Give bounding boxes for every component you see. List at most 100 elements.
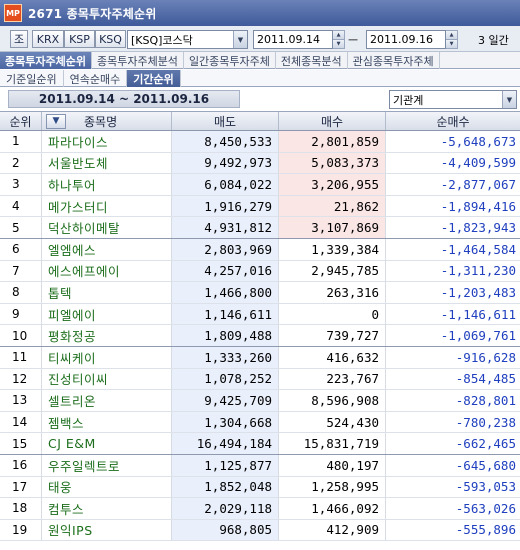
net-buy-cell: -1,311,230 xyxy=(440,263,516,279)
stock-name-cell: 서울반도체 xyxy=(42,152,172,174)
table-row[interactable]: 5 덕산하이메탈 4,931,812 3,107,869 -1,823,943 xyxy=(0,217,520,239)
tab-all-stocks-analysis[interactable]: 전체종목분석 xyxy=(276,52,348,69)
date-to-spinner[interactable]: ▲ ▼ xyxy=(446,30,458,49)
buy-cell: 1,258,995 xyxy=(279,476,386,498)
table-row[interactable]: 11 티씨케이 1,333,260 416,632 -916,628 xyxy=(0,346,520,369)
investor-select[interactable]: 기관계 ▼ xyxy=(389,90,517,109)
rank-cell: 17 xyxy=(0,476,42,498)
buy-cell: 0 xyxy=(279,303,386,325)
table-row[interactable]: 3 하나투어 6,084,022 3,206,955 -2,877,067 xyxy=(0,174,520,196)
net-buy-cell: -1,203,483 xyxy=(440,284,516,300)
sub-tabs: 기준일순위 연속순매수 기간순위 xyxy=(0,70,520,87)
market-select[interactable]: [KSQ]코스닥 ▼ xyxy=(127,30,248,49)
market-select-value: [KSQ]코스닥 xyxy=(131,33,193,47)
stock-name-cell: 덕산하이메탈 xyxy=(42,217,172,238)
sell-cell: 1,304,668 xyxy=(172,411,279,433)
buy-cell: 739,727 xyxy=(279,325,386,346)
sell-cell: 1,125,877 xyxy=(172,454,279,476)
market-ksq-button[interactable]: KSQ xyxy=(95,30,126,48)
spin-up-icon[interactable]: ▲ xyxy=(446,31,457,39)
header-net-buy: 순매수 xyxy=(436,114,470,129)
tab-investor-ranking[interactable]: 종목투자주체순위 xyxy=(0,52,92,69)
market-krx-button[interactable]: KRX xyxy=(32,30,64,48)
filter-bar: 2011.09.14 ~ 2011.09.16 기관계 ▼ xyxy=(0,88,520,110)
net-buy-cell: -4,409,599 xyxy=(440,155,516,171)
chevron-down-icon[interactable]: ▼ xyxy=(502,91,516,108)
net-buy-cell: -645,680 xyxy=(455,457,516,473)
date-from-field[interactable]: 2011.09.14 xyxy=(253,30,333,49)
sell-cell: 9,492,973 xyxy=(172,152,279,174)
rank-cell: 19 xyxy=(0,519,42,541)
buy-cell: 263,316 xyxy=(279,282,386,303)
rank-cell: 4 xyxy=(0,195,42,217)
table-row[interactable]: 6 엘엠에스 2,803,969 1,339,384 -1,464,584 xyxy=(0,238,520,261)
date-range-label: 2011.09.14 ~ 2011.09.16 xyxy=(8,90,240,108)
rank-cell: 1 xyxy=(0,131,42,152)
sort-dropdown-icon[interactable]: ▼ xyxy=(46,113,66,129)
stock-name-cell: 엘엠에스 xyxy=(42,238,172,260)
sell-cell: 6,084,022 xyxy=(172,174,279,195)
tab-watchlist-investor[interactable]: 관심종목투자주체 xyxy=(348,52,440,69)
stock-name-cell: 원익IPS xyxy=(42,519,172,541)
main-tabs: 종목투자주체순위 종목투자주체분석 일간종목투자주체 전체종목분석 관심종목투자… xyxy=(0,52,520,69)
stock-name-cell: 우주일렉트로 xyxy=(42,454,172,476)
jo-button[interactable]: 조 xyxy=(10,30,28,48)
tab-daily-investor[interactable]: 일간종목투자주체 xyxy=(184,52,276,69)
table-row[interactable]: 4 메가스터디 1,916,279 21,862 -1,894,416 xyxy=(0,195,520,218)
table-row[interactable]: 13 셀트리온 9,425,709 8,596,908 -828,801 xyxy=(0,390,520,412)
stock-name-cell: 진성티이씨 xyxy=(42,368,172,390)
spin-down-icon[interactable]: ▼ xyxy=(333,39,344,48)
table-row[interactable]: 16 우주일렉트로 1,125,877 480,197 -645,680 xyxy=(0,454,520,477)
ranking-table: 순위 ▼ 종목명 매도 매수 순매수 1 파라다이스 8,450,533 2,801,… xyxy=(0,111,520,542)
date-separator: ㅡ xyxy=(348,34,359,47)
table-row[interactable]: 9 피엘에이 1,146,611 0 -1,146,611 xyxy=(0,303,520,326)
stock-name-cell: 셀트리온 xyxy=(42,390,172,411)
table-row[interactable]: 15 CJ E&M 16,494,184 15,831,719 -662,465 xyxy=(0,433,520,455)
table-row[interactable]: 14 젬백스 1,304,668 524,430 -780,238 xyxy=(0,411,520,434)
table-row[interactable]: 18 컴투스 2,029,118 1,466,092 -563,026 xyxy=(0,498,520,520)
net-buy-cell: -593,053 xyxy=(455,479,516,495)
table-row[interactable]: 17 태웅 1,852,048 1,258,995 -593,053 xyxy=(0,476,520,499)
tab-consecutive-net-buy[interactable]: 연속순매수 xyxy=(64,70,128,87)
table-body: 1 파라다이스 8,450,533 2,801,859 -5,648,673 2 서울반도체… xyxy=(0,131,520,542)
tab-base-date-ranking[interactable]: 기준일순위 xyxy=(0,70,64,87)
date-to-field[interactable]: 2011.09.16 xyxy=(366,30,446,49)
table-row[interactable]: 7 에스에프에이 4,257,016 2,945,785 -1,311,230 xyxy=(0,260,520,283)
sell-cell: 16,494,184 xyxy=(172,433,279,454)
buy-cell: 223,767 xyxy=(279,368,386,390)
sell-cell: 1,333,260 xyxy=(172,346,279,368)
rank-cell: 10 xyxy=(0,325,42,346)
table-row[interactable]: 19 원익IPS 968,805 412,909 -555,896 xyxy=(0,519,520,542)
stock-name-cell: 젬백스 xyxy=(42,411,172,433)
tab-investor-analysis[interactable]: 종목투자주체분석 xyxy=(92,52,184,69)
date-from-value: 2011.09.14 xyxy=(257,33,320,46)
spin-up-icon[interactable]: ▲ xyxy=(333,31,344,39)
rank-cell: 16 xyxy=(0,454,42,476)
sell-cell: 1,466,800 xyxy=(172,282,279,303)
rank-cell: 7 xyxy=(0,260,42,282)
sell-cell: 2,029,118 xyxy=(172,498,279,519)
market-ksp-button[interactable]: KSP xyxy=(64,30,95,48)
buy-cell: 524,430 xyxy=(279,411,386,433)
tab-period-ranking[interactable]: 기간순위 xyxy=(127,70,181,87)
net-buy-cell: -1,823,943 xyxy=(440,220,516,236)
table-row[interactable]: 8 톱텍 1,466,800 263,316 -1,203,483 xyxy=(0,282,520,304)
rank-cell: 2 xyxy=(0,152,42,174)
sell-cell: 2,803,969 xyxy=(172,238,279,260)
table-row[interactable]: 10 평화정공 1,809,488 739,727 -1,069,761 xyxy=(0,325,520,347)
table-row[interactable]: 1 파라다이스 8,450,533 2,801,859 -5,648,673 xyxy=(0,131,520,153)
net-buy-cell: -916,628 xyxy=(455,349,516,365)
buy-cell: 3,107,869 xyxy=(279,217,386,238)
table-row[interactable]: 2 서울반도체 9,492,973 5,083,373 -4,409,599 xyxy=(0,152,520,175)
chevron-down-icon[interactable]: ▼ xyxy=(233,31,247,48)
net-buy-cell: -555,896 xyxy=(455,522,516,538)
table-row[interactable]: 12 진성티이씨 1,078,252 223,767 -854,485 xyxy=(0,368,520,391)
net-buy-cell: -2,877,067 xyxy=(440,176,516,192)
net-buy-cell: -563,026 xyxy=(455,500,516,516)
stock-name-cell: 파라다이스 xyxy=(42,131,172,152)
stock-name-cell: 에스에프에이 xyxy=(42,260,172,282)
date-from-spinner[interactable]: ▲ ▼ xyxy=(333,30,345,49)
spin-down-icon[interactable]: ▼ xyxy=(446,39,457,48)
buy-cell: 8,596,908 xyxy=(279,390,386,411)
stock-name-cell: 태웅 xyxy=(42,476,172,498)
